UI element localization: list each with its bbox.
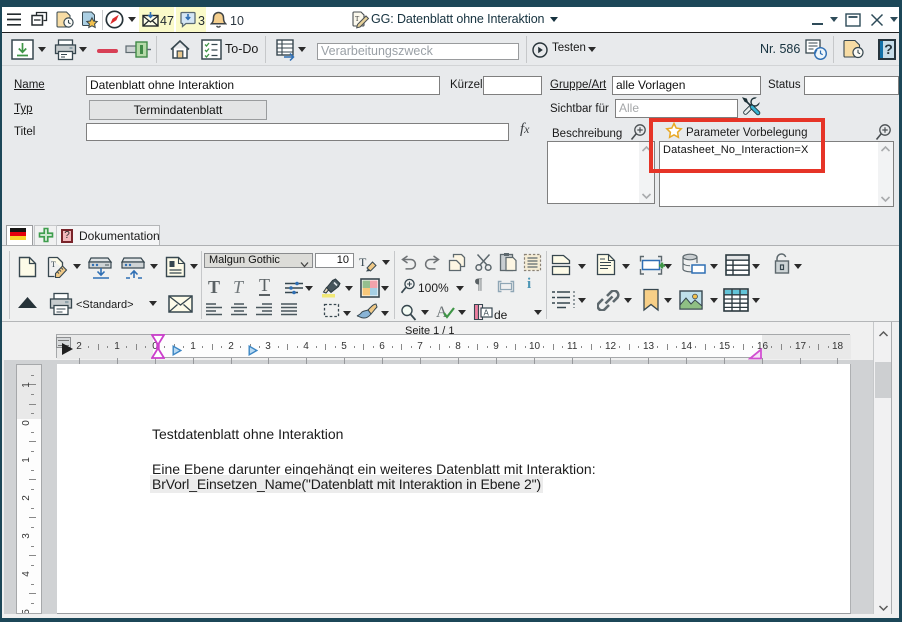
svg-text:A: A (436, 304, 448, 321)
svg-text:T: T (51, 260, 56, 269)
svg-text:T: T (355, 15, 360, 23)
svg-text:A: A (484, 309, 490, 318)
svg-text:T: T (359, 255, 367, 269)
